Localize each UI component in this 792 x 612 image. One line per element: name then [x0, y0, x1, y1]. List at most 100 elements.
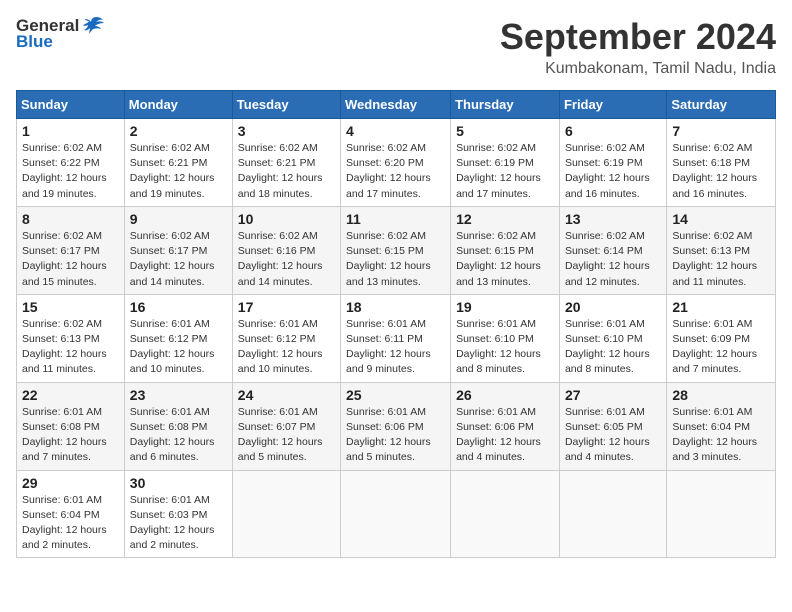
day-number: 14 [672, 211, 770, 227]
calendar-cell [232, 470, 340, 558]
location-title: Kumbakonam, Tamil Nadu, India [500, 60, 776, 78]
calendar-cell: 12 Sunrise: 6:02 AM Sunset: 6:15 PM Dayl… [451, 206, 560, 294]
day-info: Sunrise: 6:02 AM Sunset: 6:13 PM Dayligh… [22, 317, 119, 378]
calendar-cell [341, 470, 451, 558]
calendar-cell: 23 Sunrise: 6:01 AM Sunset: 6:08 PM Dayl… [124, 382, 232, 470]
calendar-cell: 9 Sunrise: 6:02 AM Sunset: 6:17 PM Dayli… [124, 206, 232, 294]
day-number: 20 [565, 299, 661, 315]
col-header-saturday: Saturday [667, 91, 776, 119]
calendar-cell: 26 Sunrise: 6:01 AM Sunset: 6:06 PM Dayl… [451, 382, 560, 470]
day-info: Sunrise: 6:01 AM Sunset: 6:06 PM Dayligh… [456, 405, 554, 466]
day-info: Sunrise: 6:02 AM Sunset: 6:14 PM Dayligh… [565, 229, 661, 290]
day-info: Sunrise: 6:01 AM Sunset: 6:10 PM Dayligh… [456, 317, 554, 378]
day-number: 22 [22, 387, 119, 403]
day-info: Sunrise: 6:01 AM Sunset: 6:09 PM Dayligh… [672, 317, 770, 378]
day-info: Sunrise: 6:02 AM Sunset: 6:20 PM Dayligh… [346, 141, 445, 202]
day-info: Sunrise: 6:01 AM Sunset: 6:04 PM Dayligh… [672, 405, 770, 466]
day-number: 13 [565, 211, 661, 227]
day-info: Sunrise: 6:02 AM Sunset: 6:18 PM Dayligh… [672, 141, 770, 202]
day-info: Sunrise: 6:02 AM Sunset: 6:17 PM Dayligh… [130, 229, 227, 290]
calendar-cell: 20 Sunrise: 6:01 AM Sunset: 6:10 PM Dayl… [559, 294, 666, 382]
calendar-cell: 8 Sunrise: 6:02 AM Sunset: 6:17 PM Dayli… [17, 206, 125, 294]
day-number: 2 [130, 123, 227, 139]
logo: General Blue [16, 16, 105, 52]
day-info: Sunrise: 6:01 AM Sunset: 6:08 PM Dayligh… [22, 405, 119, 466]
day-info: Sunrise: 6:01 AM Sunset: 6:03 PM Dayligh… [130, 493, 227, 554]
day-info: Sunrise: 6:01 AM Sunset: 6:08 PM Dayligh… [130, 405, 227, 466]
day-info: Sunrise: 6:02 AM Sunset: 6:16 PM Dayligh… [238, 229, 335, 290]
day-number: 12 [456, 211, 554, 227]
calendar-cell: 21 Sunrise: 6:01 AM Sunset: 6:09 PM Dayl… [667, 294, 776, 382]
day-number: 15 [22, 299, 119, 315]
calendar-cell: 27 Sunrise: 6:01 AM Sunset: 6:05 PM Dayl… [559, 382, 666, 470]
day-info: Sunrise: 6:01 AM Sunset: 6:07 PM Dayligh… [238, 405, 335, 466]
day-info: Sunrise: 6:02 AM Sunset: 6:19 PM Dayligh… [565, 141, 661, 202]
calendar-cell: 30 Sunrise: 6:01 AM Sunset: 6:03 PM Dayl… [124, 470, 232, 558]
day-number: 4 [346, 123, 445, 139]
day-info: Sunrise: 6:02 AM Sunset: 6:17 PM Dayligh… [22, 229, 119, 290]
calendar-cell: 15 Sunrise: 6:02 AM Sunset: 6:13 PM Dayl… [17, 294, 125, 382]
day-number: 8 [22, 211, 119, 227]
day-number: 29 [22, 475, 119, 491]
calendar-cell [559, 470, 666, 558]
page-header: General Blue September 2024 Kumbakonam, … [16, 16, 776, 78]
calendar-cell: 13 Sunrise: 6:02 AM Sunset: 6:14 PM Dayl… [559, 206, 666, 294]
day-info: Sunrise: 6:01 AM Sunset: 6:12 PM Dayligh… [130, 317, 227, 378]
col-header-monday: Monday [124, 91, 232, 119]
day-info: Sunrise: 6:02 AM Sunset: 6:22 PM Dayligh… [22, 141, 119, 202]
day-info: Sunrise: 6:01 AM Sunset: 6:04 PM Dayligh… [22, 493, 119, 554]
calendar-cell: 7 Sunrise: 6:02 AM Sunset: 6:18 PM Dayli… [667, 119, 776, 207]
calendar-cell: 18 Sunrise: 6:01 AM Sunset: 6:11 PM Dayl… [341, 294, 451, 382]
calendar-cell: 6 Sunrise: 6:02 AM Sunset: 6:19 PM Dayli… [559, 119, 666, 207]
month-title: September 2024 [500, 16, 776, 58]
day-info: Sunrise: 6:02 AM Sunset: 6:19 PM Dayligh… [456, 141, 554, 202]
calendar-cell: 29 Sunrise: 6:01 AM Sunset: 6:04 PM Dayl… [17, 470, 125, 558]
day-number: 1 [22, 123, 119, 139]
day-info: Sunrise: 6:01 AM Sunset: 6:06 PM Dayligh… [346, 405, 445, 466]
day-info: Sunrise: 6:02 AM Sunset: 6:15 PM Dayligh… [346, 229, 445, 290]
col-header-thursday: Thursday [451, 91, 560, 119]
calendar-cell: 16 Sunrise: 6:01 AM Sunset: 6:12 PM Dayl… [124, 294, 232, 382]
day-info: Sunrise: 6:02 AM Sunset: 6:13 PM Dayligh… [672, 229, 770, 290]
day-info: Sunrise: 6:02 AM Sunset: 6:21 PM Dayligh… [130, 141, 227, 202]
day-number: 24 [238, 387, 335, 403]
day-info: Sunrise: 6:02 AM Sunset: 6:21 PM Dayligh… [238, 141, 335, 202]
calendar-cell: 2 Sunrise: 6:02 AM Sunset: 6:21 PM Dayli… [124, 119, 232, 207]
day-number: 19 [456, 299, 554, 315]
day-number: 25 [346, 387, 445, 403]
day-number: 28 [672, 387, 770, 403]
day-number: 7 [672, 123, 770, 139]
day-number: 10 [238, 211, 335, 227]
calendar-cell: 5 Sunrise: 6:02 AM Sunset: 6:19 PM Dayli… [451, 119, 560, 207]
calendar-cell [667, 470, 776, 558]
day-number: 6 [565, 123, 661, 139]
calendar-cell: 3 Sunrise: 6:02 AM Sunset: 6:21 PM Dayli… [232, 119, 340, 207]
calendar-cell: 24 Sunrise: 6:01 AM Sunset: 6:07 PM Dayl… [232, 382, 340, 470]
calendar-cell: 17 Sunrise: 6:01 AM Sunset: 6:12 PM Dayl… [232, 294, 340, 382]
day-number: 23 [130, 387, 227, 403]
calendar-cell: 14 Sunrise: 6:02 AM Sunset: 6:13 PM Dayl… [667, 206, 776, 294]
day-info: Sunrise: 6:01 AM Sunset: 6:05 PM Dayligh… [565, 405, 661, 466]
calendar-cell: 28 Sunrise: 6:01 AM Sunset: 6:04 PM Dayl… [667, 382, 776, 470]
calendar-cell: 25 Sunrise: 6:01 AM Sunset: 6:06 PM Dayl… [341, 382, 451, 470]
col-header-sunday: Sunday [17, 91, 125, 119]
day-number: 9 [130, 211, 227, 227]
day-number: 26 [456, 387, 554, 403]
calendar-cell [451, 470, 560, 558]
day-number: 27 [565, 387, 661, 403]
day-number: 21 [672, 299, 770, 315]
calendar-cell: 22 Sunrise: 6:01 AM Sunset: 6:08 PM Dayl… [17, 382, 125, 470]
day-number: 3 [238, 123, 335, 139]
col-header-tuesday: Tuesday [232, 91, 340, 119]
col-header-wednesday: Wednesday [341, 91, 451, 119]
calendar-table: SundayMondayTuesdayWednesdayThursdayFrid… [16, 90, 776, 558]
calendar-cell: 1 Sunrise: 6:02 AM Sunset: 6:22 PM Dayli… [17, 119, 125, 207]
calendar-cell: 11 Sunrise: 6:02 AM Sunset: 6:15 PM Dayl… [341, 206, 451, 294]
day-number: 18 [346, 299, 445, 315]
calendar-cell: 19 Sunrise: 6:01 AM Sunset: 6:10 PM Dayl… [451, 294, 560, 382]
title-area: September 2024 Kumbakonam, Tamil Nadu, I… [500, 16, 776, 78]
day-info: Sunrise: 6:01 AM Sunset: 6:11 PM Dayligh… [346, 317, 445, 378]
day-info: Sunrise: 6:02 AM Sunset: 6:15 PM Dayligh… [456, 229, 554, 290]
day-number: 16 [130, 299, 227, 315]
calendar-cell: 4 Sunrise: 6:02 AM Sunset: 6:20 PM Dayli… [341, 119, 451, 207]
